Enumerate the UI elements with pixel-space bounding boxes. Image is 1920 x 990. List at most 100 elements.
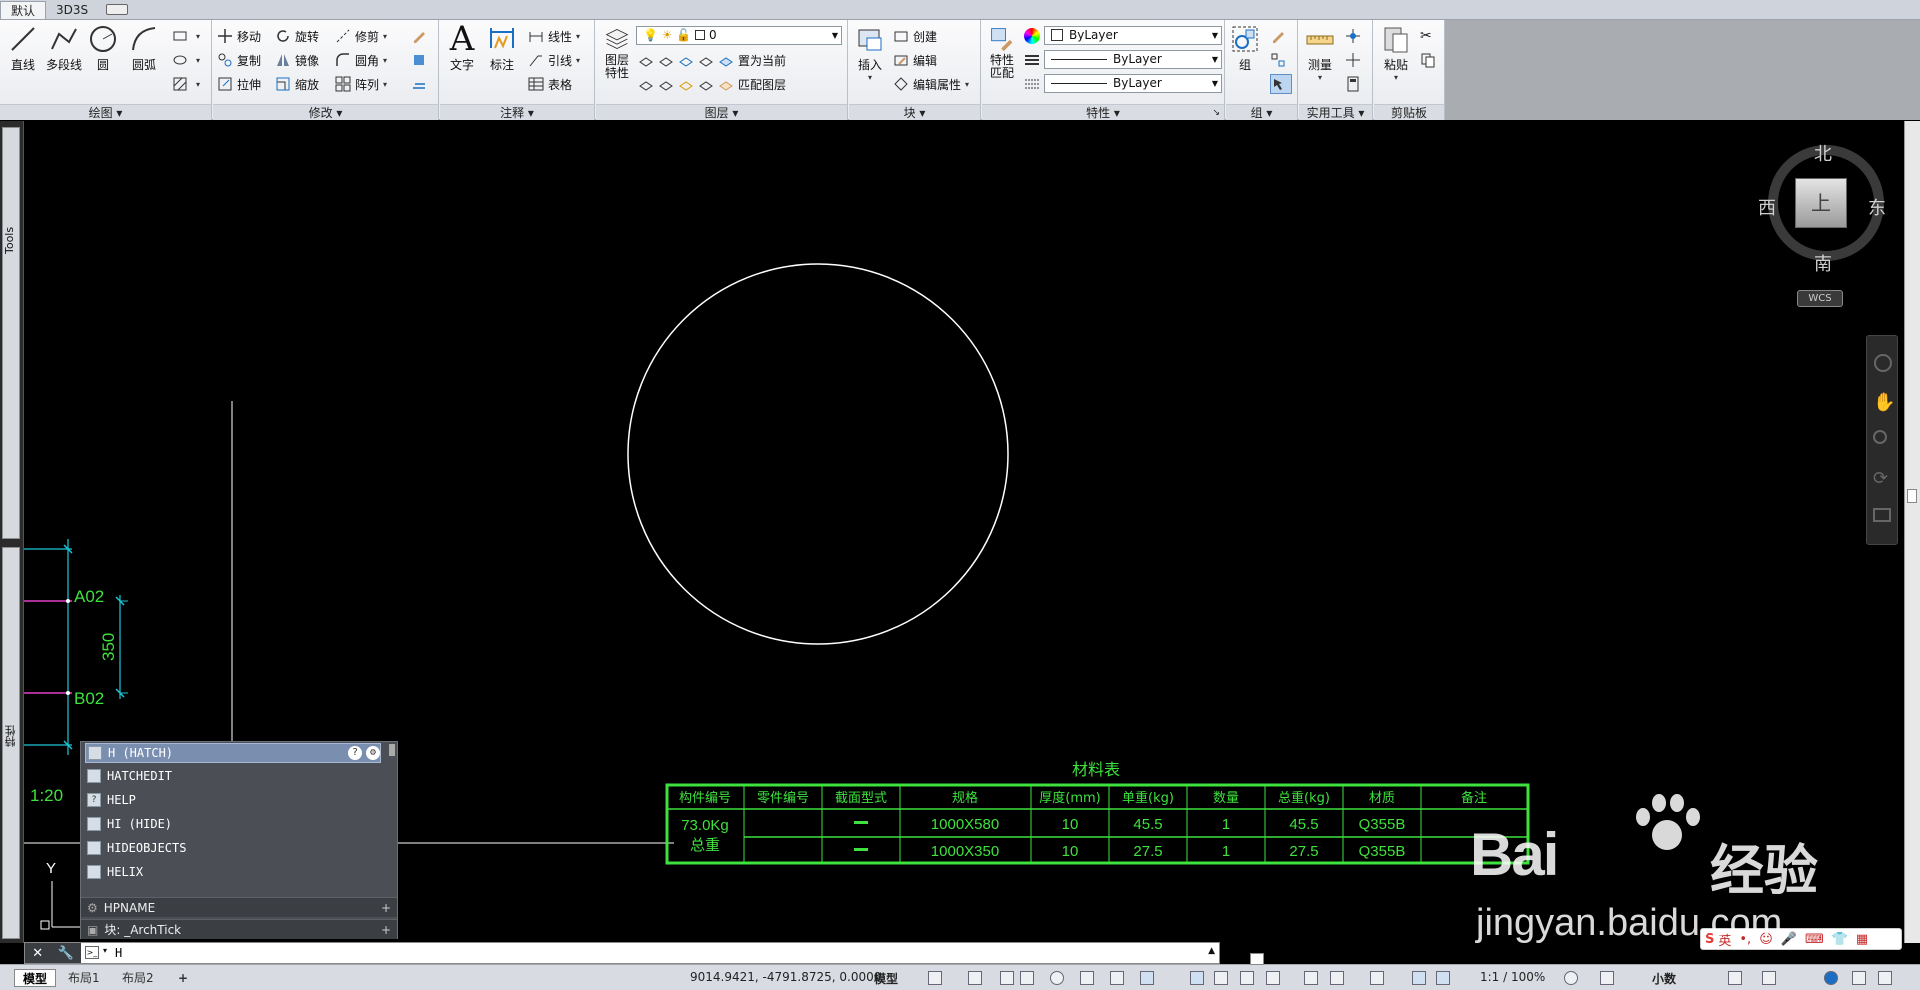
auto-scale-icon[interactable] — [1436, 971, 1450, 985]
move-button[interactable]: 移动 — [217, 26, 261, 46]
ime-keyboard-icon[interactable]: ⌨ — [1805, 932, 1824, 947]
create-block-button[interactable]: 创建 — [893, 26, 937, 46]
layer-unlock-icon[interactable] — [698, 76, 714, 92]
group-button[interactable]: 组 — [1228, 24, 1262, 73]
3d-osnap-icon[interactable] — [1266, 971, 1280, 985]
erase-tool[interactable] — [411, 26, 431, 46]
dimension-button[interactable]: 标注 — [484, 24, 520, 73]
paste-button[interactable]: 粘贴 ▾ — [1376, 24, 1416, 82]
suggestion-hpname[interactable]: ⚙ HPNAME + — [81, 897, 397, 917]
dyn-input-icon[interactable] — [1140, 971, 1154, 985]
compass-east[interactable]: 东 — [1868, 194, 1886, 220]
selection-cycling-icon[interactable] — [1240, 971, 1254, 985]
rotate-button[interactable]: 旋转 — [275, 26, 319, 46]
tool-palette-tab[interactable]: Tools — [2, 127, 20, 539]
panel-launcher-icon[interactable]: ↘ — [1212, 105, 1220, 121]
ellipse-tool[interactable]: ▾ — [172, 50, 200, 70]
ime-menu-icon[interactable]: ▦ — [1856, 932, 1868, 947]
units-dropdown[interactable]: 小数 — [1652, 970, 1676, 987]
suggestion-hide[interactable]: HI (HIDE) — [85, 814, 381, 834]
layer-lock-icon[interactable] — [698, 52, 714, 68]
scroll-thumb[interactable] — [1907, 489, 1917, 503]
dynucs-icon[interactable] — [1110, 971, 1124, 985]
ortho-icon[interactable] — [1000, 971, 1014, 985]
annotation-monitor-icon[interactable] — [1304, 971, 1318, 985]
annotation-scale[interactable]: 1:1 / 100% — [1480, 970, 1545, 984]
circle-button[interactable]: 圆 — [88, 24, 118, 73]
tab-3d3s[interactable]: 3D3S — [46, 1, 98, 19]
workspace-toggle-icon[interactable] — [106, 4, 129, 15]
quick-properties-icon[interactable] — [1728, 971, 1742, 985]
compass-north[interactable]: 北 — [1814, 140, 1832, 166]
set-current-button[interactable]: 置为当前 — [738, 52, 786, 69]
vertical-scrollbar[interactable] — [1904, 121, 1920, 943]
model-space-toggle[interactable]: 模型 — [874, 970, 898, 987]
match-layer-button[interactable]: 匹配图层 — [738, 76, 786, 93]
color-wheel-button[interactable] — [1024, 26, 1044, 46]
otrack-icon[interactable] — [1080, 971, 1094, 985]
panel-block-title[interactable]: 块 ▾ — [849, 104, 980, 120]
viewcube-top-face[interactable]: 上 — [1795, 178, 1847, 228]
command-prompt-icon[interactable]: >_ — [85, 946, 99, 959]
panel-utilities-title[interactable]: 实用工具 ▾ — [1299, 104, 1372, 120]
cut-tool[interactable]: ✂ — [1420, 26, 1440, 46]
steering-wheel-icon[interactable] — [1874, 354, 1892, 372]
plus-icon[interactable] — [1600, 971, 1614, 985]
tab-layout1[interactable]: 布局1 — [60, 969, 108, 987]
suggestion-helix[interactable]: HELIX — [85, 862, 381, 882]
viewcube[interactable]: 上 北 南 东 西 — [1758, 140, 1886, 275]
rectangle-tool[interactable]: ▾ — [172, 26, 200, 46]
wcs-menu[interactable]: WCS — [1797, 290, 1843, 307]
panel-annotation-title[interactable]: 注释 ▾ — [440, 104, 594, 120]
lock-ui-icon[interactable] — [1762, 971, 1776, 985]
polar-icon[interactable] — [1020, 971, 1034, 985]
ime-skin-icon[interactable]: 👕 — [1832, 932, 1848, 947]
command-input[interactable] — [115, 944, 1195, 962]
panel-layers-title[interactable]: 图层 ▾ — [596, 104, 847, 120]
layer-off-icon[interactable] — [658, 52, 674, 68]
panel-properties-title[interactable]: 特性 ▾ ↘ — [982, 104, 1224, 120]
layer-isolate-icon[interactable] — [638, 52, 654, 68]
copy-button[interactable]: 复制 — [217, 50, 261, 70]
isolate-icon[interactable] — [1370, 971, 1384, 985]
explode-tool[interactable] — [411, 50, 431, 70]
compass-south[interactable]: 南 — [1814, 250, 1832, 276]
properties-palette-tab[interactable]: 特性 — [2, 547, 20, 939]
suggestion-block[interactable]: ▣ 块: _ArchTick + — [81, 919, 397, 939]
zoom-icon[interactable] — [1873, 430, 1887, 444]
mirror-button[interactable]: 镜像 — [275, 50, 319, 70]
calculator-tool[interactable] — [1345, 74, 1365, 94]
horizontal-scroll-thumb[interactable] — [1250, 953, 1264, 965]
wrench-icon[interactable]: 🔧 — [58, 946, 74, 961]
arc-button[interactable]: 圆弧 — [124, 24, 164, 73]
layer-unisolate-icon[interactable] — [638, 76, 654, 92]
group-select-toggle[interactable] — [1270, 74, 1292, 94]
panel-draw-title[interactable]: 绘图 ▾ — [0, 104, 211, 120]
search-icon[interactable]: ⚙ — [366, 746, 380, 760]
panel-groups-title[interactable]: 组 ▾ — [1226, 104, 1297, 120]
layer-properties-button[interactable]: 图层 特性 — [600, 26, 634, 80]
polyline-button[interactable]: 多段线 — [44, 24, 84, 73]
layer-freeze-icon[interactable] — [678, 52, 694, 68]
tab-model[interactable]: 模型 — [14, 969, 57, 987]
lineweight-dropdown[interactable]: ByLayer ▼ — [1044, 74, 1222, 93]
linetype-dropdown[interactable]: ByLayer ▼ — [1044, 50, 1222, 69]
ime-mic-icon[interactable]: 🎤 — [1781, 932, 1797, 947]
color-dropdown[interactable]: ByLayer ▼ — [1044, 26, 1222, 45]
lineweight-toggle-icon[interactable] — [1190, 971, 1204, 985]
annotation-visibility-icon[interactable] — [1412, 971, 1426, 985]
command-history-icon[interactable]: ▲ — [1208, 946, 1215, 956]
add-layout-button[interactable]: + — [170, 969, 196, 987]
layer-on-icon[interactable] — [658, 76, 674, 92]
linear-dim-button[interactable]: 线性 ▾ — [528, 26, 580, 46]
tab-default[interactable]: 默认 — [0, 1, 47, 19]
snap-icon[interactable] — [968, 971, 982, 985]
text-button[interactable]: A 文字 — [444, 22, 480, 73]
suggestion-hatch[interactable]: H (HATCH) ? ⚙ — [85, 743, 381, 763]
edit-block-button[interactable]: 编辑 — [893, 50, 937, 70]
expand-plus-icon[interactable]: + — [381, 901, 391, 915]
popup-scrollbar[interactable] — [389, 744, 395, 756]
array-button[interactable]: 阵列 ▾ — [335, 74, 387, 94]
pan-icon[interactable]: ✋ — [1873, 392, 1895, 413]
measure-button[interactable]: 测量 ▾ — [1301, 24, 1339, 82]
